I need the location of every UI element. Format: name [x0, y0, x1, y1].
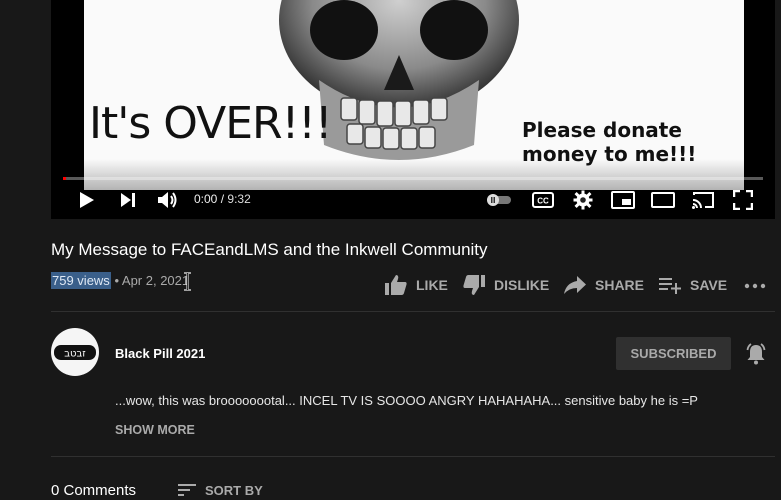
- avatar-logo-text: זבטב: [64, 349, 86, 360]
- miniplayer-icon[interactable]: [609, 186, 637, 214]
- theater-icon[interactable]: [649, 186, 677, 214]
- meta-separator: •: [114, 273, 119, 288]
- save-label: SAVE: [690, 277, 728, 293]
- video-meta: 759 views • Apr 2, 2021: [51, 272, 190, 289]
- sort-button[interactable]: SORT BY: [177, 482, 263, 498]
- playlist-add-icon: [659, 278, 681, 294]
- show-more-button[interactable]: SHOW MORE: [115, 423, 195, 437]
- dislike-button[interactable]: DISLIKE: [462, 272, 549, 298]
- time-separator: /: [220, 192, 225, 206]
- divider-bottom: [51, 456, 775, 457]
- save-button[interactable]: SAVE: [658, 272, 727, 298]
- time-total: 9:32: [227, 192, 251, 206]
- volume-icon[interactable]: [154, 186, 182, 214]
- more-options-icon[interactable]: [744, 277, 766, 295]
- video-player[interactable]: It's OVER!!! Please donate money to me!!…: [51, 0, 775, 219]
- video-description: ...wow, this was broooooootal... INCEL T…: [115, 393, 698, 408]
- subscribed-button[interactable]: SUBSCRIBED: [616, 337, 731, 370]
- frame-caption-left: It's OVER!!!: [89, 98, 332, 149]
- player-controls: 0:00 / 9:32 CC: [51, 184, 775, 216]
- channel-avatar[interactable]: זבטב: [51, 328, 99, 376]
- settings-icon[interactable]: [569, 186, 597, 214]
- thumbs-up-icon: [385, 275, 407, 295]
- thumbs-down-icon: [463, 275, 485, 295]
- sort-icon: [178, 484, 196, 496]
- time-current: 0:00: [194, 192, 218, 206]
- frame-caption-right-line1: Please donate: [522, 118, 682, 142]
- channel-name[interactable]: Black Pill 2021: [115, 346, 205, 361]
- progress-fill: [63, 177, 66, 180]
- share-button[interactable]: SHARE: [563, 272, 644, 298]
- comment-count: 0 Comments: [51, 482, 137, 499]
- like-label: LIKE: [416, 277, 448, 293]
- captions-label: CC: [537, 197, 549, 206]
- video-title: My Message to FACEandLMS and the Inkwell…: [51, 240, 488, 259]
- next-icon[interactable]: [114, 186, 142, 214]
- text-cursor-icon: [184, 272, 191, 291]
- share-label: SHARE: [595, 277, 645, 293]
- notification-bell-icon[interactable]: [744, 342, 768, 366]
- avatar-logo: זבטב: [54, 345, 96, 360]
- skull-image: [279, 0, 519, 160]
- upload-date: Apr 2, 2021: [121, 273, 190, 288]
- fullscreen-icon[interactable]: [729, 186, 757, 214]
- like-button[interactable]: LIKE: [384, 272, 448, 298]
- captions-icon[interactable]: CC: [529, 186, 557, 214]
- time-display: 0:00 / 9:32: [194, 192, 251, 206]
- view-count: 759 views: [51, 272, 111, 289]
- share-icon: [564, 276, 586, 294]
- cast-icon[interactable]: [689, 186, 717, 214]
- dislike-label: DISLIKE: [494, 277, 550, 293]
- divider-top: [51, 311, 775, 312]
- play-icon[interactable]: [72, 186, 100, 214]
- progress-bar[interactable]: [63, 177, 763, 180]
- sort-label: SORT BY: [205, 482, 263, 498]
- autoplay-toggle[interactable]: [484, 186, 514, 214]
